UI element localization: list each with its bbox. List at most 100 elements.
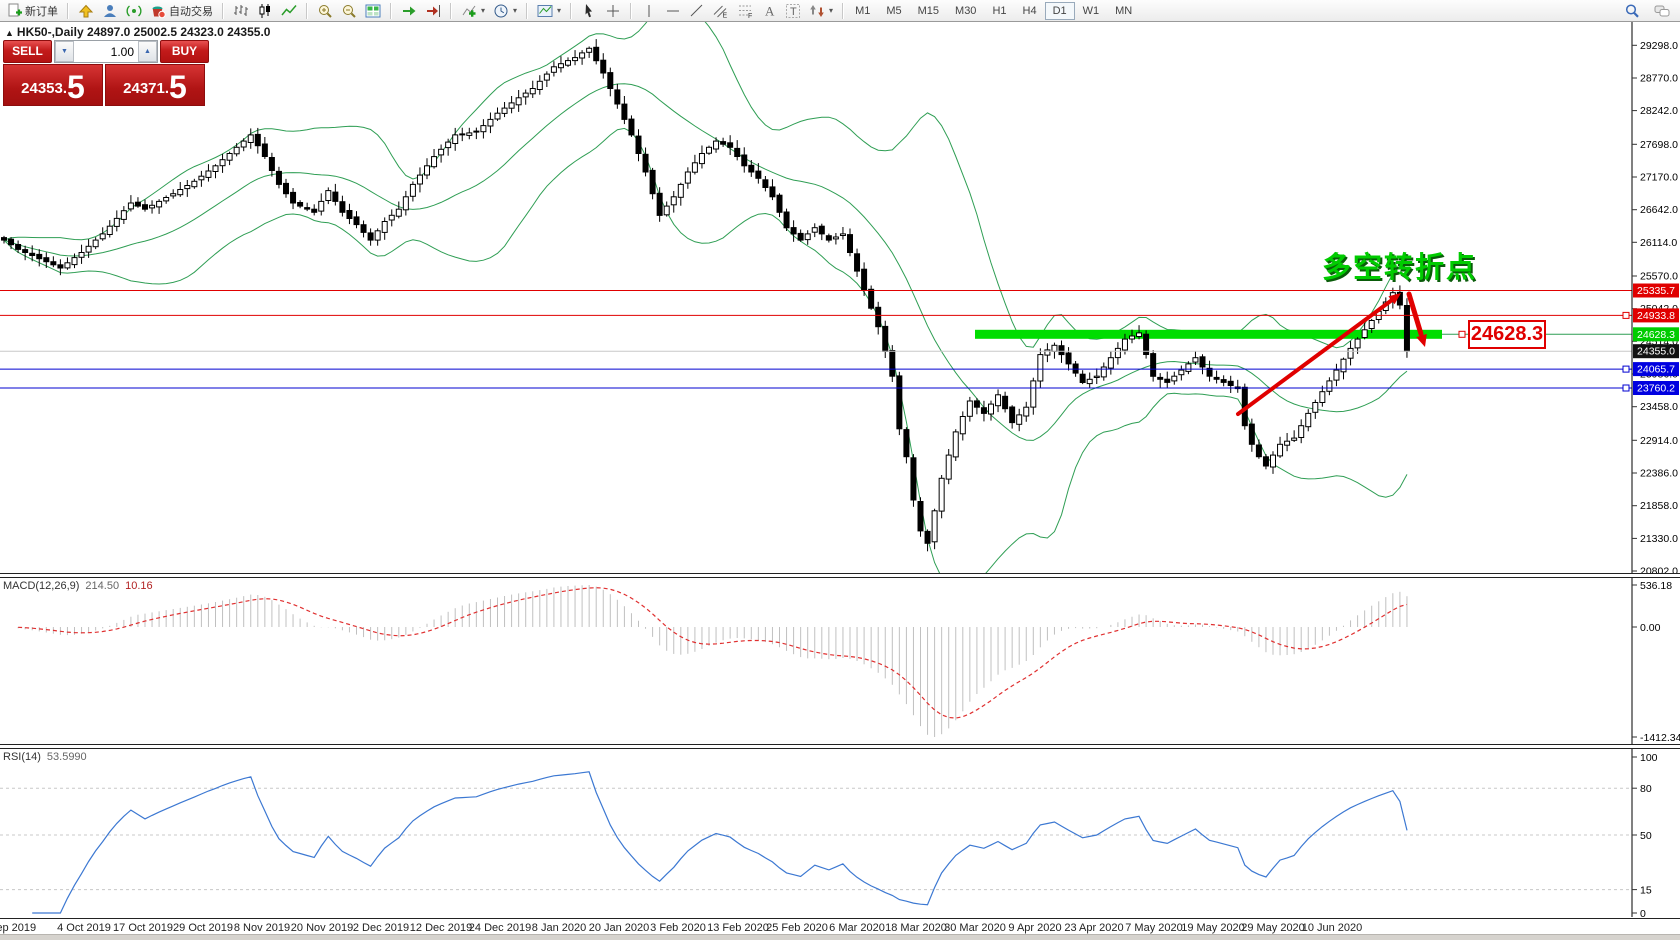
candle xyxy=(481,126,486,132)
mql-community-icon[interactable] xyxy=(74,1,98,21)
chat-icon[interactable] xyxy=(1650,1,1674,21)
candle xyxy=(446,142,451,148)
auto-trading-icon xyxy=(150,3,166,19)
date-label: 9 Apr 2020 xyxy=(1008,922,1061,934)
turning-point-annotation[interactable]: 多空转折点 xyxy=(1322,244,1477,286)
timeframe-button-h1[interactable]: H1 xyxy=(984,2,1014,20)
candle xyxy=(1200,357,1205,367)
date-label: 3 Feb 2020 xyxy=(650,922,706,934)
line-endpoint-handle[interactable] xyxy=(1623,312,1629,318)
rsi-panel-canvas[interactable]: 1008050150 xyxy=(0,749,1680,917)
tile-windows-button[interactable] xyxy=(361,1,385,21)
auto-trading-button[interactable]: 自动交易 xyxy=(146,1,217,21)
toolbar-group: 新订单 xyxy=(0,0,64,21)
date-axis[interactable]: 3 Sep 20194 Oct 201917 Oct 201929 Oct 20… xyxy=(0,918,1680,935)
svg-text:20802.0: 20802.0 xyxy=(1640,566,1678,574)
templates-button[interactable]: ▾ xyxy=(533,1,565,21)
timeframe-button-d1[interactable]: D1 xyxy=(1045,2,1075,20)
dropdown-caret-icon[interactable]: ▾ xyxy=(481,6,485,15)
new-order-button[interactable]: 新订单 xyxy=(2,1,62,21)
line-endpoint-handle[interactable] xyxy=(1623,385,1629,391)
fibonacci-button[interactable]: F xyxy=(733,1,757,21)
equidistant-channel-button[interactable]: E xyxy=(709,1,733,21)
sell-button[interactable]: SELL xyxy=(3,40,52,63)
line-endpoint-handle[interactable] xyxy=(1623,366,1629,372)
timeframe-button-h4[interactable]: H4 xyxy=(1015,2,1045,20)
text-label-button[interactable]: T xyxy=(781,1,805,21)
candle xyxy=(671,197,676,205)
candle xyxy=(1094,376,1099,377)
band-endpoint-handle[interactable] xyxy=(1459,331,1465,337)
candle xyxy=(375,231,380,240)
collapse-triangle-icon[interactable]: ▲ xyxy=(5,28,14,38)
candle xyxy=(1115,348,1120,357)
candle xyxy=(587,48,592,52)
search-icon[interactable] xyxy=(1620,1,1644,21)
periods-icon xyxy=(493,3,509,19)
line-chart-button[interactable] xyxy=(277,1,301,21)
toolbar-group: ▾▾ xyxy=(455,0,523,21)
chart-title: ▲HK50-,Daily 24897.0 25002.5 24323.0 243… xyxy=(5,25,270,39)
candle xyxy=(1130,336,1135,339)
horizontal-line-button[interactable] xyxy=(661,1,685,21)
candle xyxy=(1031,381,1036,407)
candle xyxy=(213,166,218,172)
text-button[interactable]: A xyxy=(757,1,781,21)
dropdown-caret-icon[interactable]: ▾ xyxy=(513,6,517,15)
timeframe-button-mn[interactable]: MN xyxy=(1107,2,1140,20)
dropdown-caret-icon[interactable]: ▾ xyxy=(829,6,833,15)
price-level-box-annotation[interactable]: 24628.3 xyxy=(1468,320,1546,349)
candle xyxy=(1278,444,1283,456)
volume-input[interactable] xyxy=(74,41,138,62)
timeframe-button-w1[interactable]: W1 xyxy=(1075,2,1108,20)
zoom-out-button[interactable] xyxy=(337,1,361,21)
up-trend-arrow[interactable] xyxy=(1238,300,1392,414)
timeframe-button-m30[interactable]: M30 xyxy=(947,2,984,20)
periods-button[interactable]: ▾ xyxy=(489,1,521,21)
chat-icon xyxy=(1654,3,1670,19)
volume-increase-button[interactable]: ▲ xyxy=(138,41,157,62)
trendline-button[interactable] xyxy=(685,1,709,21)
candle xyxy=(206,171,211,177)
sell-price-display[interactable]: 24353.5 xyxy=(3,64,103,106)
toolbar-separator xyxy=(630,3,632,19)
date-label: 8 Nov 2019 xyxy=(234,922,290,934)
timeframe-button-m15[interactable]: M15 xyxy=(910,2,947,20)
candle xyxy=(1024,407,1029,416)
candle xyxy=(1228,381,1233,385)
candle xyxy=(1355,339,1360,348)
volume-spinner: ▼ ▲ xyxy=(54,40,158,63)
down-trend-arrow[interactable] xyxy=(1409,294,1421,334)
crosshair-button[interactable] xyxy=(601,1,625,21)
volume-decrease-button[interactable]: ▼ xyxy=(55,41,74,62)
candle xyxy=(241,141,246,147)
macd-panel-canvas[interactable]: 536.180.00-1412.34 xyxy=(0,578,1680,744)
dropdown-caret-icon[interactable]: ▾ xyxy=(557,6,561,15)
candle xyxy=(1151,354,1156,377)
chart-shift-button[interactable] xyxy=(421,1,445,21)
timeframe-button-m5[interactable]: M5 xyxy=(878,2,909,20)
candle xyxy=(939,478,944,511)
cursor-button[interactable] xyxy=(577,1,601,21)
buy-price-display[interactable]: 24371.5 xyxy=(105,64,205,106)
profile-icon[interactable] xyxy=(98,1,122,21)
candle xyxy=(44,258,49,262)
candle xyxy=(763,180,768,188)
zoom-in-button[interactable] xyxy=(313,1,337,21)
auto-scroll-button[interactable] xyxy=(397,1,421,21)
vertical-line-button[interactable] xyxy=(637,1,661,21)
candle xyxy=(143,205,148,210)
candle xyxy=(601,60,606,73)
signals-icon[interactable] xyxy=(122,1,146,21)
date-label: 23 Apr 2020 xyxy=(1064,922,1123,934)
bar-chart-button[interactable] xyxy=(229,1,253,21)
buy-price: 24371 xyxy=(123,76,165,102)
candlestick-chart-button[interactable] xyxy=(253,1,277,21)
buy-button[interactable]: BUY xyxy=(160,40,209,63)
main-chart-canvas[interactable]: 29298.028770.028242.027698.027170.026642… xyxy=(0,22,1680,573)
indicators-button[interactable]: ▾ xyxy=(457,1,489,21)
timeframe-button-m1[interactable]: M1 xyxy=(847,2,878,20)
date-label: 7 May 2020 xyxy=(1125,922,1182,934)
candle xyxy=(777,195,782,212)
arrows-button[interactable]: ▾ xyxy=(805,1,837,21)
